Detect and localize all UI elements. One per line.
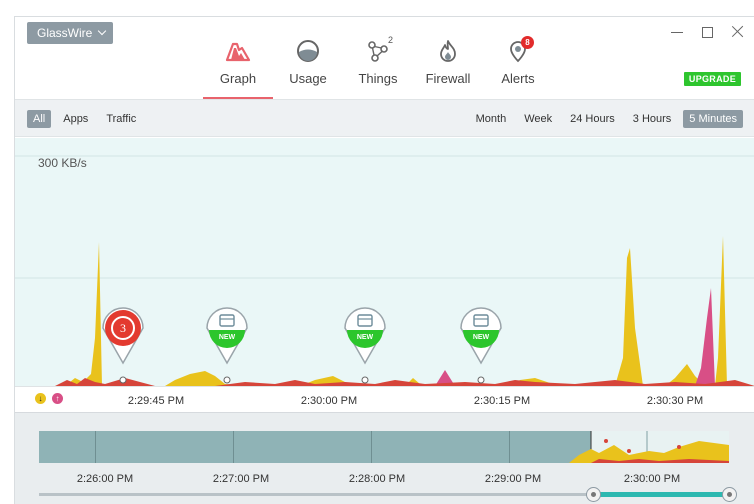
- range-5-minutes[interactable]: 5 Minutes: [683, 110, 743, 128]
- tab-graph-label: Graph: [219, 71, 257, 86]
- time-axis: ↓ ↑ 2:29:45 PM 2:30:00 PM 2:30:15 PM 2:3…: [15, 386, 754, 412]
- filter-all[interactable]: All: [27, 110, 52, 128]
- time-range-filters: Month Week 24 Hours 3 Hours 5 Minutes: [470, 110, 743, 128]
- overview-time-label-2: 2:27:00 PM: [212, 473, 270, 485]
- tab-firewall-label: Firewall: [425, 71, 471, 86]
- close-icon[interactable]: [731, 25, 745, 39]
- window-controls: [670, 25, 745, 39]
- app-menu-button[interactable]: GlassWire: [27, 22, 114, 44]
- timeline-selected-range[interactable]: [593, 492, 730, 497]
- tab-alerts[interactable]: 8 Alerts: [483, 36, 553, 99]
- traffic-graph[interactable]: 300 KB/s 3 NEW NEW NEW: [15, 138, 754, 386]
- overview-time-label-5: 2:30:00 PM: [623, 473, 681, 485]
- chevron-down-icon: [98, 26, 107, 36]
- range-24-hours[interactable]: 24 Hours: [564, 110, 621, 128]
- tab-alerts-label: Alerts: [501, 71, 535, 86]
- main-tabs: Graph Usage 2 Things Firewall 8 Alerts: [203, 35, 553, 99]
- upload-legend-icon: ↑: [52, 393, 63, 404]
- range-end-handle[interactable]: [722, 487, 737, 502]
- things-badge: 2: [387, 35, 393, 45]
- overview-alert-dot: [677, 445, 681, 449]
- new-app-marker-3[interactable]: NEW: [460, 307, 502, 384]
- overview-time-label-3: 2:28:00 PM: [348, 473, 406, 485]
- overview-time-label-1: 2:26:00 PM: [76, 473, 134, 485]
- maximize-icon[interactable]: [702, 27, 713, 38]
- time-label-1: 2:29:45 PM: [127, 395, 185, 407]
- upgrade-button[interactable]: UPGRADE: [683, 72, 741, 86]
- overview-time-label-4: 2:29:00 PM: [484, 473, 542, 485]
- glasswire-window: GlassWire Graph Usage 2 Things Firewall …: [14, 16, 754, 504]
- things-icon: 2: [363, 35, 393, 65]
- range-month[interactable]: Month: [470, 110, 513, 128]
- time-label-4: 2:30:30 PM: [646, 395, 704, 407]
- traffic-graph-svg: 3 NEW NEW NEW: [15, 155, 754, 386]
- range-3-hours[interactable]: 3 Hours: [627, 110, 678, 128]
- overview-activity-svg: [569, 431, 729, 463]
- new-marker-3-label: NEW: [473, 334, 490, 341]
- view-filters: All Apps Traffic: [27, 110, 142, 128]
- overview-alert-dot: [627, 449, 631, 453]
- range-week[interactable]: Week: [518, 110, 558, 128]
- alerts-icon: 8: [503, 36, 534, 65]
- top-bar: GlassWire Graph Usage 2 Things Firewall …: [15, 17, 754, 99]
- alerts-count-badge: 8: [521, 36, 534, 49]
- tab-usage-label: Usage: [289, 71, 327, 86]
- firewall-icon: [433, 37, 463, 65]
- download-legend-icon: ↓: [35, 393, 46, 404]
- filter-bar: All Apps Traffic Month Week 24 Hours 3 H…: [15, 99, 754, 137]
- time-label-2: 2:30:00 PM: [300, 395, 358, 407]
- tab-things-label: Things: [358, 71, 398, 86]
- usage-icon: [293, 37, 323, 65]
- alert-marker[interactable]: 3: [102, 307, 144, 384]
- overview-alert-dot: [604, 439, 608, 443]
- range-start-handle[interactable]: [586, 487, 601, 502]
- time-label-3: 2:30:15 PM: [473, 395, 531, 407]
- minimize-icon[interactable]: [670, 25, 684, 39]
- tab-usage[interactable]: Usage: [273, 37, 343, 99]
- tab-things[interactable]: 2 Things: [343, 35, 413, 99]
- app-name: GlassWire: [37, 26, 93, 40]
- tab-firewall[interactable]: Firewall: [413, 37, 483, 99]
- tab-graph[interactable]: Graph: [203, 37, 273, 99]
- timeline-overview: 2:26:00 PM 2:27:00 PM 2:28:00 PM 2:29:00…: [15, 412, 754, 504]
- new-marker-1-label: NEW: [219, 334, 236, 341]
- filter-traffic[interactable]: Traffic: [100, 110, 142, 128]
- overview-strip[interactable]: [39, 431, 729, 463]
- graph-icon: [223, 37, 253, 65]
- alert-marker-label: 3: [120, 321, 126, 335]
- new-app-marker-1[interactable]: NEW: [206, 307, 248, 384]
- new-marker-2-label: NEW: [357, 334, 374, 341]
- filter-apps[interactable]: Apps: [57, 110, 94, 128]
- new-app-marker-2[interactable]: NEW: [344, 307, 386, 384]
